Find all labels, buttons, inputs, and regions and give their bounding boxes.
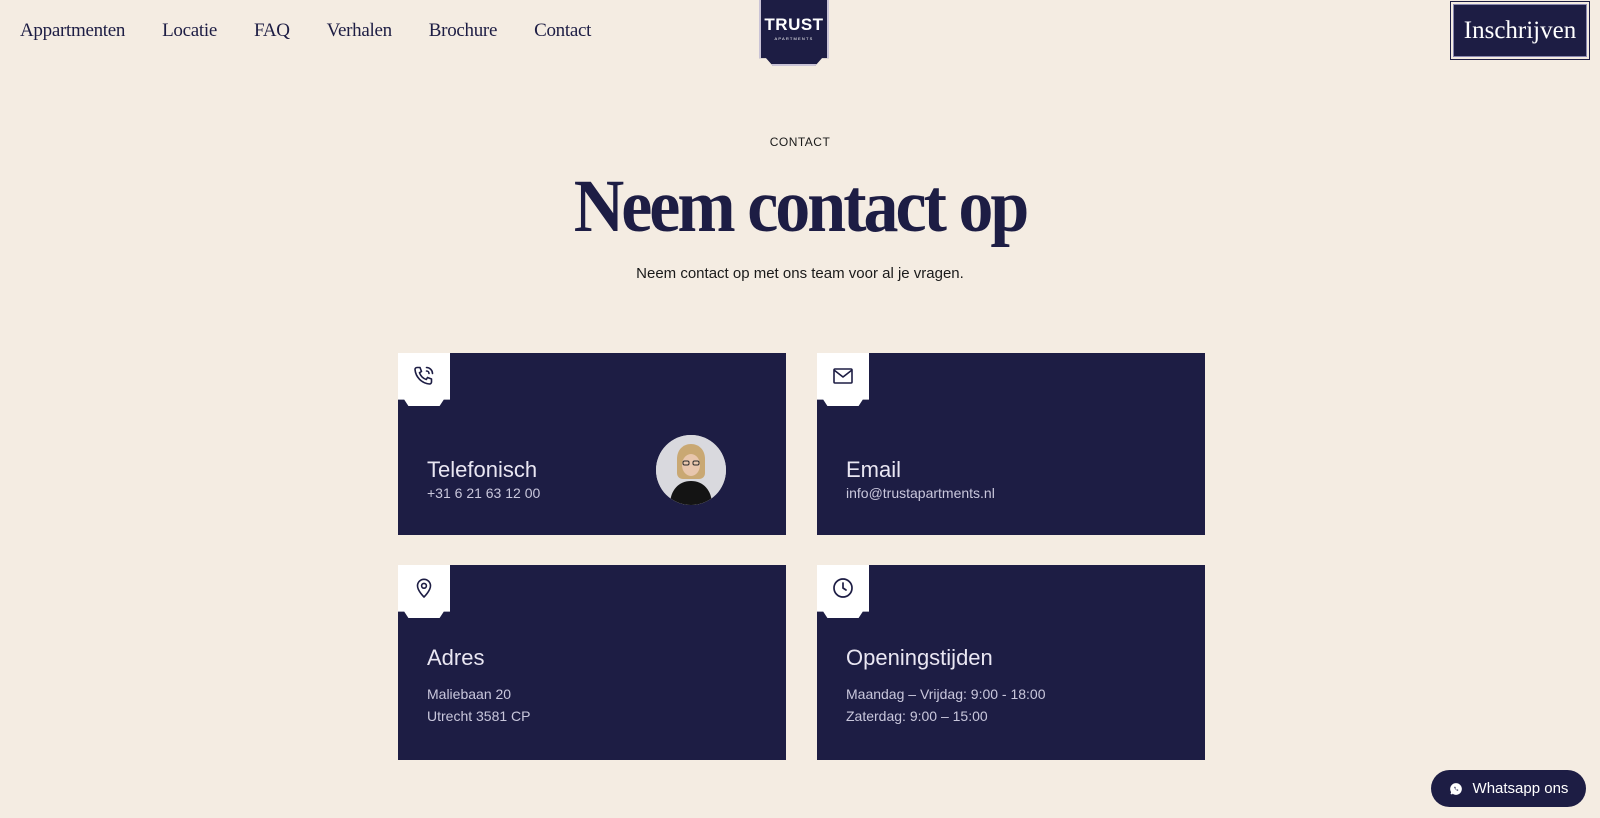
address-card-title: Adres — [427, 645, 485, 670]
phone-card-title: Telefonisch — [427, 457, 538, 482]
opening-hours-line: Maandag – Vrijdag: 9:00 - 18:00 — [846, 686, 1046, 702]
nav-link-verhalen[interactable]: Verhalen — [327, 20, 392, 42]
email-link[interactable]: info@trustapartments.nl — [846, 485, 995, 501]
page-title: Neem contact op — [573, 164, 1030, 249]
phone-number-link[interactable]: +31 6 21 63 12 00 — [427, 485, 540, 501]
opening-hours-card: Openingstijden Maandag – Vrijdag: 9:00 -… — [817, 565, 1205, 760]
address-card: Adres Maliebaan 20 Utrecht 3581 CP — [398, 565, 786, 760]
mail-icon — [833, 368, 853, 384]
whatsapp-icon — [1449, 782, 1462, 795]
nav-links: Appartmenten Locatie FAQ Verhalen Brochu… — [20, 20, 591, 42]
nav-link-contact[interactable]: Contact — [534, 20, 591, 42]
opening-hours-title: Openingstijden — [846, 645, 993, 670]
whatsapp-button[interactable]: Whatsapp ons — [1431, 770, 1586, 807]
avatar — [656, 435, 726, 505]
nav-link-locatie[interactable]: Locatie — [162, 20, 217, 42]
phone-card: Telefonisch +31 6 21 63 12 00 — [398, 353, 786, 535]
signup-button[interactable]: Inschrijven — [1450, 1, 1590, 60]
location-pin-icon — [416, 578, 432, 598]
clock-icon — [833, 578, 853, 598]
top-navigation: Appartmenten Locatie FAQ Verhalen Brochu… — [0, 0, 1600, 66]
logo-title: TRUST — [764, 15, 824, 34]
nav-link-faq[interactable]: FAQ — [254, 20, 290, 42]
logo-subtitle: APARTMENTS — [774, 36, 814, 41]
address-line: Maliebaan 20 — [427, 686, 512, 702]
address-line: Utrecht 3581 CP — [427, 708, 531, 724]
email-card: Email info@trustapartments.nl — [817, 353, 1205, 535]
opening-hours-line: Zaterdag: 9:00 – 15:00 — [846, 708, 988, 724]
phone-card-tab — [398, 353, 450, 406]
hours-card-tab — [817, 565, 869, 618]
whatsapp-button-label: Whatsapp ons — [1472, 780, 1569, 797]
brand-logo[interactable]: TRUST APARTMENTS — [759, 0, 829, 66]
email-card-title: Email — [846, 457, 902, 482]
phone-icon — [414, 366, 434, 385]
email-card-tab — [817, 353, 869, 406]
page-subtitle: Neem contact op met ons team voor al je … — [636, 265, 964, 282]
section-eyebrow: CONTACT — [769, 135, 831, 149]
nav-link-appartmenten[interactable]: Appartmenten — [20, 20, 125, 42]
address-card-tab — [398, 565, 450, 618]
nav-link-brochure[interactable]: Brochure — [429, 20, 498, 42]
